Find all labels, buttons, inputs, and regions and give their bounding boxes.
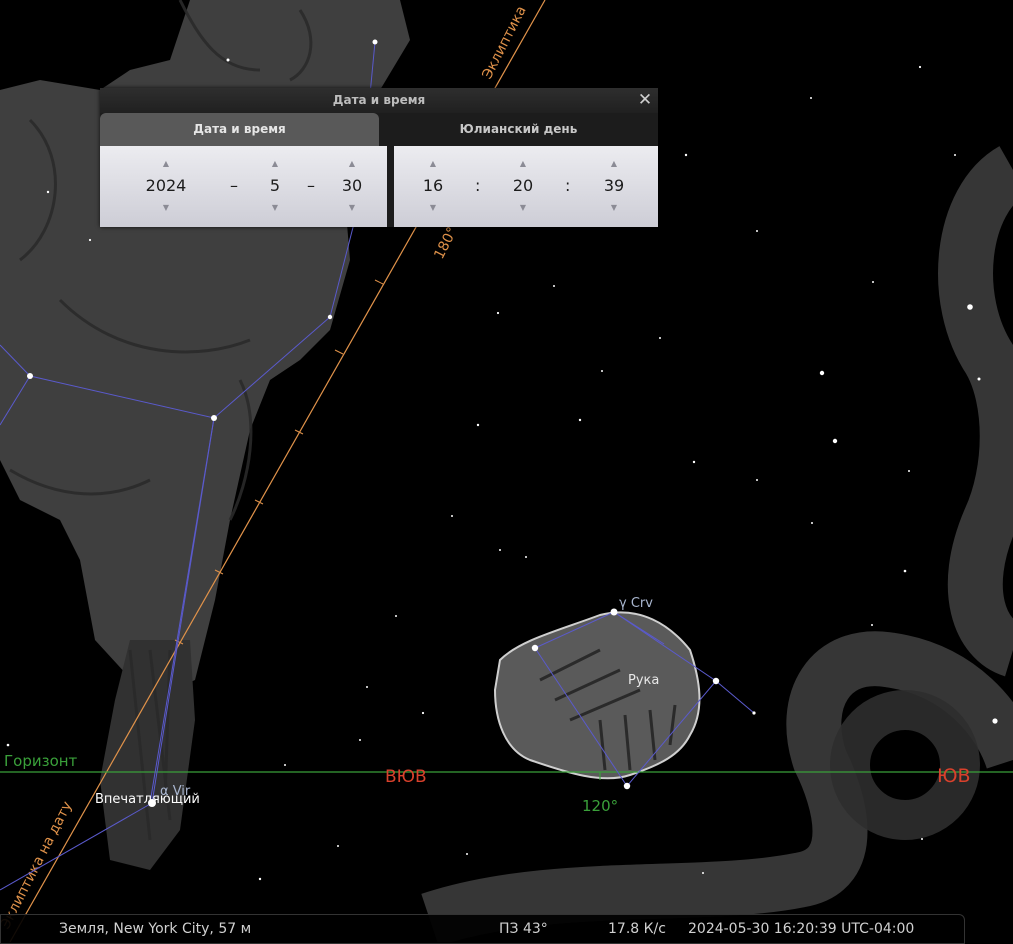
tab-date-time[interactable]: Дата и время (100, 113, 379, 146)
asterism-hand-label: Рука (628, 673, 659, 688)
star-gamma-crv-label: γ Crv (619, 596, 653, 611)
month-spinner[interactable]: ▲ 5 ▼ (260, 146, 290, 227)
azimuth-label: 120° (582, 797, 618, 815)
compass-se: ЮВ (937, 765, 971, 787)
fov-text: ПЗ 43° (499, 921, 548, 937)
day-down-arrow-icon[interactable]: ▼ (336, 203, 368, 213)
star-vindemiatrix-label: Впечатляющий (95, 792, 200, 807)
hour-up-arrow-icon[interactable]: ▲ (418, 159, 448, 169)
horizon-label: Горизонт (4, 752, 78, 770)
hour-spinner[interactable]: ▲ 16 ▼ (418, 146, 448, 227)
date-separator: – (307, 176, 315, 195)
month-up-arrow-icon[interactable]: ▲ (260, 159, 290, 169)
month-down-arrow-icon[interactable]: ▼ (260, 203, 290, 213)
corvus-hand-art (493, 611, 701, 780)
minute-up-arrow-icon[interactable]: ▲ (508, 159, 538, 169)
date-time-dialog[interactable]: Дата и время ✕ Дата и время Юлианский де… (100, 88, 658, 227)
year-value[interactable]: 2024 (140, 176, 192, 195)
hour-down-arrow-icon[interactable]: ▼ (418, 203, 448, 213)
second-up-arrow-icon[interactable]: ▲ (599, 159, 629, 169)
day-value[interactable]: 30 (336, 176, 368, 195)
year-up-arrow-icon[interactable]: ▲ (140, 159, 192, 169)
location-text[interactable]: Земля, New York City, 57 м (59, 921, 251, 937)
dialog-title[interactable]: Дата и время (100, 88, 658, 113)
second-down-arrow-icon[interactable]: ▼ (599, 203, 629, 213)
status-bar: Земля, New York City, 57 м ПЗ 43° 17.8 К… (0, 914, 965, 944)
ecliptic-degree-label: 180° (431, 224, 461, 261)
year-spinner[interactable]: ▲ 2024 ▼ (140, 146, 192, 227)
hour-value[interactable]: 16 (418, 176, 448, 195)
year-down-arrow-icon[interactable]: ▼ (140, 203, 192, 213)
compass-sse: ВЮВ (385, 767, 427, 787)
fps-text: 17.8 К/с (608, 921, 666, 937)
time-panel: ▲ 16 ▼ : ▲ 20 ▼ : ▲ 39 ▼ (394, 146, 658, 227)
close-icon[interactable]: ✕ (636, 90, 654, 110)
tab-julian-day[interactable]: Юлианский день (379, 113, 658, 146)
minute-down-arrow-icon[interactable]: ▼ (508, 203, 538, 213)
date-separator: – (230, 176, 238, 195)
day-spinner[interactable]: ▲ 30 ▼ (336, 146, 368, 227)
minute-spinner[interactable]: ▲ 20 ▼ (508, 146, 538, 227)
second-value[interactable]: 39 (599, 176, 629, 195)
day-up-arrow-icon[interactable]: ▲ (336, 159, 368, 169)
month-value[interactable]: 5 (260, 176, 290, 195)
ecliptic-of-date-label: Эклиптика на дату (0, 799, 76, 932)
second-spinner[interactable]: ▲ 39 ▼ (599, 146, 629, 227)
date-panel: ▲ 2024 ▼ – ▲ 5 ▼ – ▲ 30 ▼ (100, 146, 387, 227)
dialog-tabs: Дата и время Юлианский день (100, 113, 658, 146)
time-separator: : (475, 176, 481, 195)
time-separator: : (565, 176, 571, 195)
datetime-text[interactable]: 2024-05-30 16:20:39 UTC-04:00 (688, 921, 914, 937)
minute-value[interactable]: 20 (508, 176, 538, 195)
